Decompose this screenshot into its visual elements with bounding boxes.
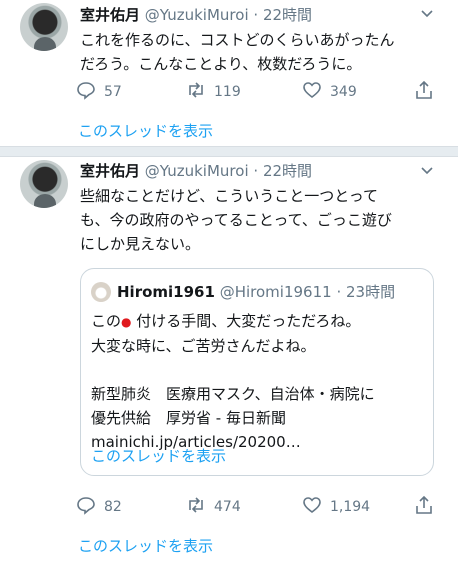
author-name[interactable]: 室井佑月 (80, 162, 140, 180)
author-name: Hiromi1961 (117, 283, 215, 301)
quoted-text-line: 優先供給 厚労省 - 毎日新聞 (91, 409, 286, 427)
quoted-tweet[interactable]: Hiromi1961 @Hiromi19611 · 23時間 この● 付ける手間… (80, 268, 434, 476)
like-count: 1,194 (330, 499, 371, 515)
like-button[interactable]: 1,194 (302, 495, 370, 519)
quoted-text-fragment: この (91, 312, 122, 330)
separator-dot: · (253, 162, 259, 180)
reply-icon (76, 495, 96, 519)
tweet-text-line: も、今の政府のやってることって、ごっこ遊び (80, 211, 392, 229)
timestamp: 23時間 (346, 283, 396, 301)
red-circle-icon: ● (121, 315, 132, 329)
tweet-text: 些細なことだけど、こういうこと一つとって も、今の政府のやってることって、ごっこ… (80, 184, 445, 256)
separator-dot: · (336, 283, 342, 301)
retweet-icon (186, 495, 206, 519)
author-handle[interactable]: @YuzukiMuroi (145, 162, 249, 180)
like-icon (302, 495, 322, 519)
tweet-text-line: 些細なことだけど、こういうこと一つとって (80, 187, 379, 205)
show-thread-link[interactable]: このスレッドを表示 (78, 535, 213, 556)
quoted-text-line: 大変な時に、ご苦労さんだよね。 (91, 337, 316, 355)
tweet-text-line: にしか見えない。 (80, 235, 201, 253)
quoted-tweet-text: この● 付ける手間、大変だっただろね。 大変な時に、ご苦労さんだよね。 新型肺炎… (91, 309, 427, 454)
author-handle: @Hiromi19611 (219, 283, 332, 301)
chevron-down-icon[interactable] (420, 163, 434, 181)
avatar (91, 282, 111, 302)
reply-button[interactable]: 82 (76, 495, 122, 519)
quoted-tweet-header: Hiromi1961 @Hiromi19611 · 23時間 (117, 281, 395, 302)
avatar[interactable] (20, 160, 68, 208)
quoted-text-fragment: 付ける手間、大変だっただろね。 (131, 312, 361, 330)
reply-count: 82 (104, 499, 122, 515)
tweet-actions: 82 474 1,194 (76, 495, 436, 519)
quoted-text-line: 新型肺炎 医療用マスク、自治体・病院に (91, 385, 375, 403)
quoted-text-line: この● 付ける手間、大変だっただろね。 (91, 309, 427, 334)
share-button[interactable] (414, 495, 434, 519)
timestamp[interactable]: 22時間 (263, 162, 312, 180)
tweet-2[interactable]: 室井佑月 @YuzukiMuroi · 22時間 些細なことだけど、こういうこと… (0, 0, 458, 572)
share-icon (414, 495, 434, 519)
retweet-button[interactable]: 474 (186, 495, 241, 519)
tweet-header: 室井佑月 @YuzukiMuroi · 22時間 (80, 161, 312, 181)
retweet-count: 474 (214, 499, 241, 515)
show-thread-link[interactable]: このスレッドを表示 (91, 445, 226, 466)
